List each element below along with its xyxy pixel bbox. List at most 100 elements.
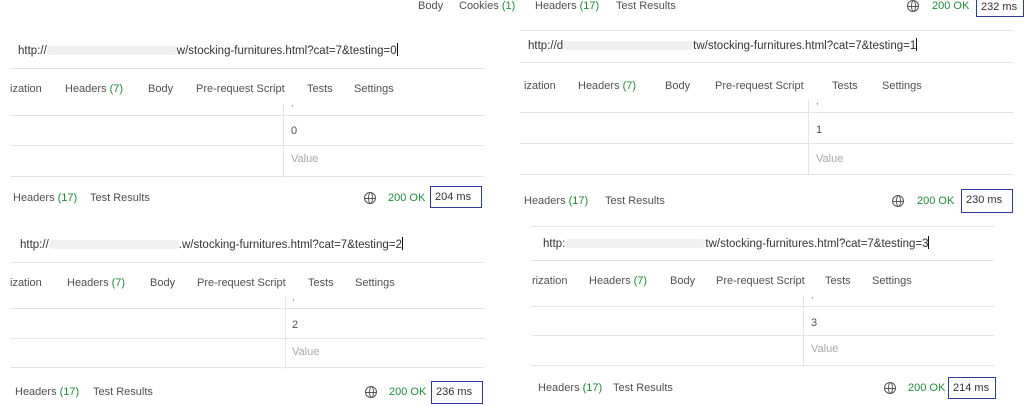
divider bbox=[520, 30, 1014, 31]
divider bbox=[10, 68, 484, 69]
tab-tests[interactable]: Tests bbox=[308, 277, 334, 289]
value-placeholder[interactable]: Value bbox=[292, 346, 319, 358]
divider bbox=[10, 367, 484, 368]
tab-pre-request-script[interactable]: Pre-request Script bbox=[716, 275, 805, 287]
response-tab-headers-count: (17) bbox=[59, 386, 80, 398]
tab-settings[interactable]: Settings bbox=[355, 277, 395, 289]
divider bbox=[10, 115, 484, 116]
response-time: 230 ms bbox=[961, 189, 1013, 213]
divider bbox=[10, 176, 484, 177]
url-prefix: http: bbox=[543, 238, 566, 250]
tab-settings[interactable]: Settings bbox=[882, 80, 922, 92]
response-time: 204 ms bbox=[430, 186, 482, 208]
url-prefix: http:// bbox=[18, 45, 47, 57]
response-tab-headers-label: Headers bbox=[15, 386, 57, 398]
tab-headers[interactable]: Headers (17) bbox=[535, 0, 599, 12]
response-tab-test-results[interactable]: Test Results bbox=[605, 195, 665, 207]
column-divider bbox=[808, 100, 809, 174]
tab-headers-label: Headers bbox=[589, 275, 631, 287]
value-placeholder[interactable]: Value bbox=[811, 343, 838, 355]
response-tab-headers[interactable]: Headers (17) bbox=[15, 386, 79, 398]
url-prefix: http://d bbox=[528, 40, 564, 52]
tab-headers-count: (7) bbox=[633, 275, 648, 287]
response-tab-test-results[interactable]: Test Results bbox=[93, 386, 153, 398]
tab-authorization[interactable]: rization bbox=[532, 275, 567, 287]
divider bbox=[532, 365, 994, 366]
tab-cookies[interactable]: Cookies (1) bbox=[459, 0, 515, 12]
tab-body[interactable]: Body bbox=[418, 0, 443, 12]
tab-headers-count: (17) bbox=[579, 0, 600, 12]
tab-body[interactable]: Body bbox=[150, 277, 175, 289]
tab-tests[interactable]: Tests bbox=[307, 83, 333, 95]
url-suffix: w/stocking-furnitures.html?cat=7&testing… bbox=[176, 45, 397, 57]
globe-icon[interactable] bbox=[884, 382, 896, 394]
response-tab-test-results[interactable]: Test Results bbox=[90, 192, 150, 204]
param-value[interactable]: 0 bbox=[291, 125, 297, 137]
status-badge: 200 OK bbox=[917, 195, 955, 207]
response-tab-headers[interactable]: Headers (17) bbox=[538, 382, 602, 394]
clipped-text: , bbox=[291, 98, 294, 108]
response-tab-headers[interactable]: Headers (17) bbox=[524, 195, 588, 207]
url-prefix: http:// bbox=[20, 239, 49, 251]
tab-headers[interactable]: Headers (7) bbox=[578, 80, 636, 92]
divider bbox=[532, 306, 994, 307]
divider bbox=[532, 226, 994, 227]
tab-headers[interactable]: Headers (7) bbox=[67, 277, 125, 289]
tab-settings[interactable]: Settings bbox=[872, 275, 912, 287]
value-placeholder[interactable]: Value bbox=[291, 153, 318, 165]
response-tab-headers-count: (17) bbox=[57, 192, 78, 204]
url-suffix: tw/stocking-furnitures.html?cat=7&testin… bbox=[693, 40, 917, 52]
globe-icon[interactable] bbox=[907, 0, 919, 12]
clipped-text: , bbox=[811, 290, 814, 300]
redacted-url-segment bbox=[565, 239, 706, 249]
tab-tests[interactable]: Tests bbox=[825, 275, 851, 287]
url-input[interactable]: http://d tw/stocking-furnitures.html?cat=… bbox=[528, 38, 918, 52]
clipped-text: , bbox=[816, 96, 819, 106]
status-badge: 200 OK bbox=[932, 0, 970, 12]
response-tab-headers-label: Headers bbox=[13, 192, 55, 204]
tab-test-results[interactable]: Test Results bbox=[616, 0, 676, 12]
tab-headers-count: (7) bbox=[622, 80, 637, 92]
status-badge: 200 OK bbox=[908, 382, 946, 394]
redacted-url-segment bbox=[48, 240, 179, 250]
divider bbox=[10, 145, 484, 146]
param-value[interactable]: 2 bbox=[292, 319, 298, 331]
column-divider bbox=[803, 295, 804, 367]
tab-cookies-label: Cookies bbox=[459, 0, 499, 12]
globe-icon[interactable] bbox=[892, 195, 904, 207]
response-tab-headers-label: Headers bbox=[524, 195, 566, 207]
tab-tests[interactable]: Tests bbox=[832, 80, 858, 92]
param-value[interactable]: 1 bbox=[816, 124, 822, 136]
url-input[interactable]: http:// w/stocking-furnitures.html?cat=7&… bbox=[18, 43, 398, 57]
tab-pre-request-script[interactable]: Pre-request Script bbox=[196, 83, 285, 95]
tab-headers[interactable]: Headers (7) bbox=[65, 83, 123, 95]
response-time: 214 ms bbox=[948, 377, 996, 399]
tab-authorization[interactable]: ization bbox=[10, 83, 42, 95]
response-tab-headers[interactable]: Headers (17) bbox=[13, 192, 77, 204]
tab-pre-request-script[interactable]: Pre-request Script bbox=[715, 80, 804, 92]
url-suffix: tw/stocking-furnitures.html?cat=7&testin… bbox=[705, 238, 929, 250]
divider bbox=[520, 143, 1014, 144]
url-input[interactable]: http:// .w/stocking-furnitures.html?cat=7… bbox=[20, 237, 403, 251]
divider bbox=[520, 112, 1014, 113]
tab-headers-label: Headers bbox=[535, 0, 577, 12]
divider bbox=[532, 260, 994, 261]
globe-icon[interactable] bbox=[365, 386, 377, 398]
param-value[interactable]: 3 bbox=[811, 317, 817, 329]
tab-headers-label: Headers bbox=[67, 277, 109, 289]
tab-authorization[interactable]: ization bbox=[10, 277, 42, 289]
tab-cookies-count: (1) bbox=[501, 0, 516, 12]
tab-body[interactable]: Body bbox=[148, 83, 173, 95]
tab-body[interactable]: Body bbox=[670, 275, 695, 287]
tab-pre-request-script[interactable]: Pre-request Script bbox=[197, 277, 286, 289]
value-placeholder[interactable]: Value bbox=[816, 153, 843, 165]
tab-body[interactable]: Body bbox=[665, 80, 690, 92]
globe-icon[interactable] bbox=[364, 192, 376, 204]
tab-headers[interactable]: Headers (7) bbox=[589, 275, 647, 287]
response-tab-test-results[interactable]: Test Results bbox=[613, 382, 673, 394]
response-tab-headers-count: (17) bbox=[582, 382, 603, 394]
status-badge: 200 OK bbox=[388, 192, 426, 204]
tab-authorization[interactable]: ization bbox=[524, 80, 556, 92]
tab-settings[interactable]: Settings bbox=[354, 83, 394, 95]
url-input[interactable]: http: tw/stocking-furnitures.html?cat=7&t… bbox=[543, 236, 930, 250]
